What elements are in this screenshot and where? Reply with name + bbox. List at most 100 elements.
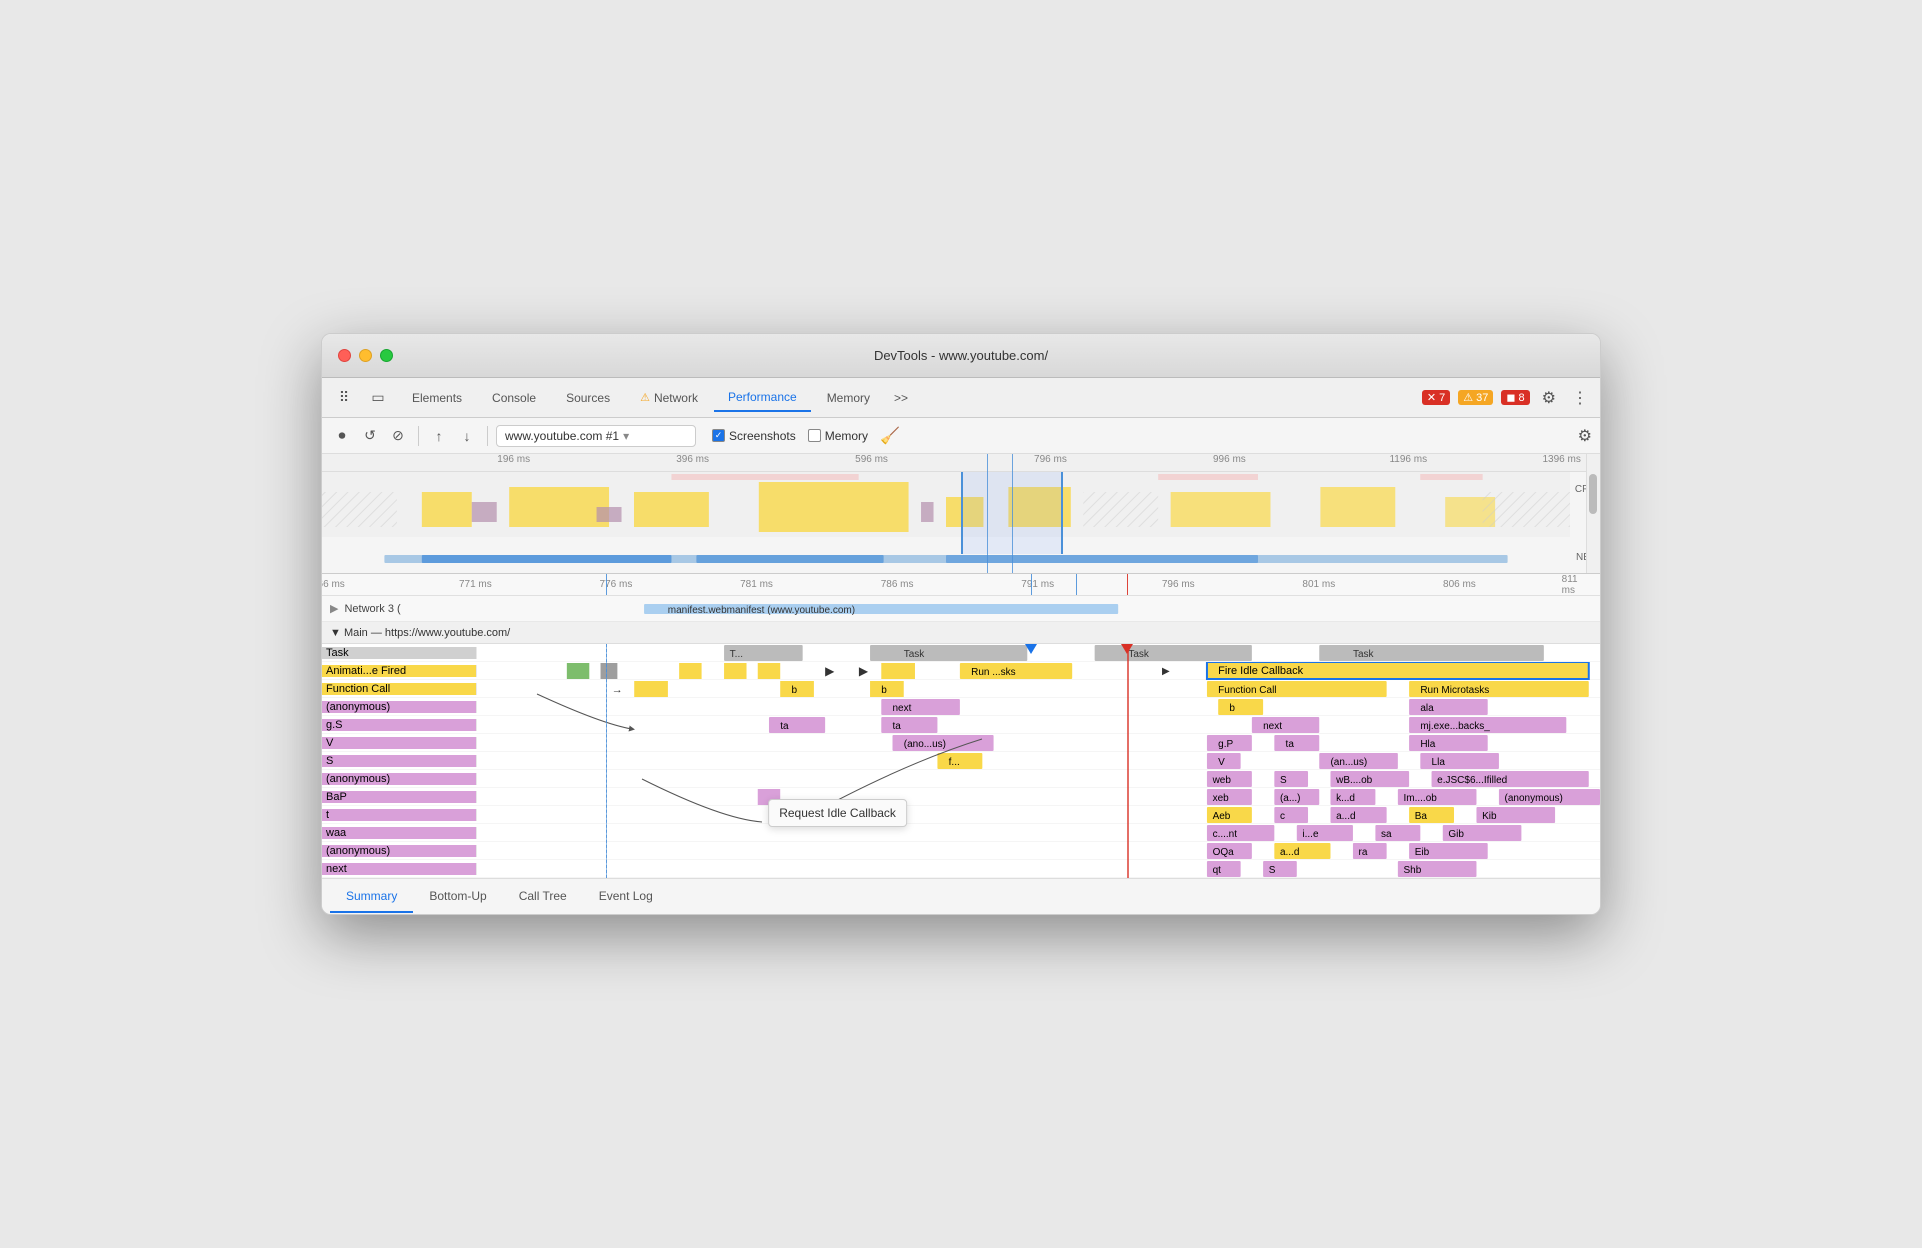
gs-bars: ta ta next mj.exe...backs_ bbox=[477, 716, 1600, 734]
anon-2-bars: web S wB....ob e.JSC$6...Ifilled bbox=[477, 770, 1600, 788]
download-button[interactable]: ↓ bbox=[455, 424, 479, 448]
screenshots-checkbox[interactable]: ✓ bbox=[712, 429, 725, 442]
svg-text:Ba: Ba bbox=[1415, 811, 1428, 822]
t-bars: Aeb c a...d Ba Kib bbox=[477, 806, 1600, 824]
tab-elements[interactable]: Elements bbox=[398, 385, 476, 411]
timeline-overview[interactable]: 196 ms 396 ms 596 ms 796 ms 996 ms 1196 … bbox=[322, 454, 1600, 574]
animation-label: Animati...e Fired bbox=[322, 665, 477, 677]
svg-text:→: → bbox=[612, 684, 623, 696]
tab-summary[interactable]: Summary bbox=[330, 881, 413, 913]
svg-text:Function Call: Function Call bbox=[1218, 685, 1276, 696]
svg-text:ta: ta bbox=[1286, 739, 1295, 750]
function-call-bars: → b b Function Call Run Microtasks bbox=[477, 680, 1600, 698]
memory-checkbox[interactable]: ✓ bbox=[808, 429, 821, 442]
error-badge: ✕ 7 bbox=[1422, 390, 1450, 405]
tab-badges: ✕ 7 ⚠ 37 ◼ 8 ⚙ ⋮ bbox=[1422, 384, 1592, 412]
settings-icon[interactable]: ⚙ bbox=[1538, 384, 1560, 412]
tab-network[interactable]: ⚠ Network bbox=[626, 385, 712, 411]
svg-text:OQa: OQa bbox=[1213, 847, 1235, 858]
svg-text:Im....ob: Im....ob bbox=[1403, 793, 1437, 804]
close-button[interactable] bbox=[338, 349, 351, 362]
svg-text:next: next bbox=[1263, 721, 1282, 732]
maximize-button[interactable] bbox=[380, 349, 393, 362]
svg-text:xeb: xeb bbox=[1213, 793, 1230, 804]
main-section-label: ▼ Main — https://www.youtube.com/ bbox=[330, 627, 510, 639]
svg-text:web: web bbox=[1212, 775, 1232, 786]
tab-performance[interactable]: Performance bbox=[714, 384, 811, 412]
bap-label: BaP bbox=[322, 791, 477, 803]
clean-icon[interactable]: 🧹 bbox=[880, 426, 900, 446]
performance-toolbar: ⏺ ↺ ⊘ ↑ ↓ www.youtube.com #1 ▾ ✓ Screens… bbox=[322, 418, 1600, 454]
flame-row-animation: Animati...e Fired ▶ ▶ Run ...sks bbox=[322, 662, 1600, 680]
svg-text:g.P: g.P bbox=[1218, 739, 1233, 750]
svg-text:(anonymous): (anonymous) bbox=[1505, 793, 1563, 804]
bottom-tabs: Summary Bottom-Up Call Tree Event Log bbox=[322, 878, 1600, 914]
screenshots-toggle[interactable]: ✓ Screenshots bbox=[712, 429, 796, 443]
svg-text:Run ...sks: Run ...sks bbox=[971, 667, 1015, 678]
anon-2-label: (anonymous) bbox=[322, 773, 477, 785]
svg-text:Gib: Gib bbox=[1448, 829, 1464, 840]
device-icon[interactable]: ▭ bbox=[364, 384, 392, 412]
warning-icon: ⚠ bbox=[640, 391, 650, 404]
clear-button[interactable]: ⊘ bbox=[386, 424, 410, 448]
more-tabs-button[interactable]: >> bbox=[886, 387, 916, 409]
svg-text:Hla: Hla bbox=[1420, 739, 1435, 750]
svg-text:b: b bbox=[881, 685, 887, 696]
ruler-mark-396: 396 ms bbox=[676, 454, 709, 465]
task-bars: T... Task Task Task bbox=[477, 644, 1600, 662]
gs-label: g.S bbox=[322, 719, 477, 731]
svg-text:qt: qt bbox=[1213, 865, 1222, 876]
next-label: next bbox=[322, 863, 477, 875]
ruler-mark-996: 996 ms bbox=[1213, 454, 1246, 465]
info-badge: ◼ 8 bbox=[1501, 390, 1529, 405]
detail-time-ruler: 766 ms 771 ms 776 ms 781 ms 786 ms 791 m… bbox=[322, 574, 1600, 596]
red-triangle bbox=[1121, 644, 1133, 654]
refresh-button[interactable]: ↺ bbox=[358, 424, 382, 448]
anon-1-bars: next b ala bbox=[477, 698, 1600, 716]
function-call-label: Function Call bbox=[322, 683, 477, 695]
timeline-ruler: 196 ms 396 ms 596 ms 796 ms 996 ms 1196 … bbox=[322, 454, 1600, 472]
animation-bars: ▶ ▶ Run ...sks Fire Idle Callback ▶ bbox=[477, 662, 1600, 680]
svg-text:next: next bbox=[893, 703, 912, 714]
svg-text:(a...): (a...) bbox=[1280, 793, 1301, 804]
svg-text:manifest.webmanifest (www.yout: manifest.webmanifest (www.youtube.com) bbox=[667, 605, 854, 615]
devtools-window: DevTools - www.youtube.com/ ⠿ ▭ Elements… bbox=[321, 333, 1601, 915]
error-icon: ✕ bbox=[1427, 391, 1436, 404]
svg-text:Task: Task bbox=[904, 649, 926, 660]
main-section-header[interactable]: ▼ Main — https://www.youtube.com/ bbox=[322, 622, 1600, 644]
upload-button[interactable]: ↑ bbox=[427, 424, 451, 448]
svg-text:c....nt: c....nt bbox=[1213, 829, 1238, 840]
inspect-icon[interactable]: ⠿ bbox=[330, 384, 358, 412]
tab-console[interactable]: Console bbox=[478, 385, 550, 411]
flame-row-next: next qt S Shb bbox=[322, 860, 1600, 878]
svg-text:ala: ala bbox=[1420, 703, 1434, 714]
t-label: t bbox=[322, 809, 477, 821]
tab-event-log[interactable]: Event Log bbox=[583, 881, 669, 913]
flame-row-anon-3: (anonymous) OQa a...d ra Eib bbox=[322, 842, 1600, 860]
flame-row-gs: g.S ta ta next mj.exe...backs_ bbox=[322, 716, 1600, 734]
anon-3-bars: OQa a...d ra Eib bbox=[477, 842, 1600, 860]
flame-chart-area: Task T... Task Task Task Animati...e Fir… bbox=[322, 644, 1600, 878]
info-icon: ◼ bbox=[1506, 391, 1515, 404]
svg-text:S: S bbox=[1269, 865, 1276, 876]
minimize-button[interactable] bbox=[359, 349, 372, 362]
tab-memory[interactable]: Memory bbox=[813, 385, 884, 411]
timeline-scrollbar[interactable] bbox=[1586, 454, 1600, 573]
scrollbar-thumb[interactable] bbox=[1589, 474, 1597, 514]
network-expand-icon[interactable]: ▶ bbox=[330, 602, 338, 615]
tab-sources[interactable]: Sources bbox=[552, 385, 624, 411]
net-bar bbox=[322, 553, 1570, 565]
svg-text:ra: ra bbox=[1359, 847, 1368, 858]
tab-bottom-up[interactable]: Bottom-Up bbox=[413, 881, 502, 913]
svg-text:b: b bbox=[791, 685, 797, 696]
tab-call-tree[interactable]: Call Tree bbox=[503, 881, 583, 913]
perf-settings-icon[interactable]: ⚙ bbox=[1578, 426, 1592, 446]
memory-toggle[interactable]: ✓ Memory bbox=[808, 429, 868, 443]
more-options-icon[interactable]: ⋮ bbox=[1568, 384, 1592, 412]
svg-text:a...d: a...d bbox=[1280, 847, 1299, 858]
warning-badge: ⚠ 37 bbox=[1458, 390, 1493, 405]
record-button[interactable]: ⏺ bbox=[330, 424, 354, 448]
flame-row-function-call: Function Call → b b Function Call Run Mi… bbox=[322, 680, 1600, 698]
ruler-mark-1196: 1196 ms bbox=[1389, 454, 1427, 465]
ruler-mark-796: 796 ms bbox=[1034, 454, 1067, 465]
